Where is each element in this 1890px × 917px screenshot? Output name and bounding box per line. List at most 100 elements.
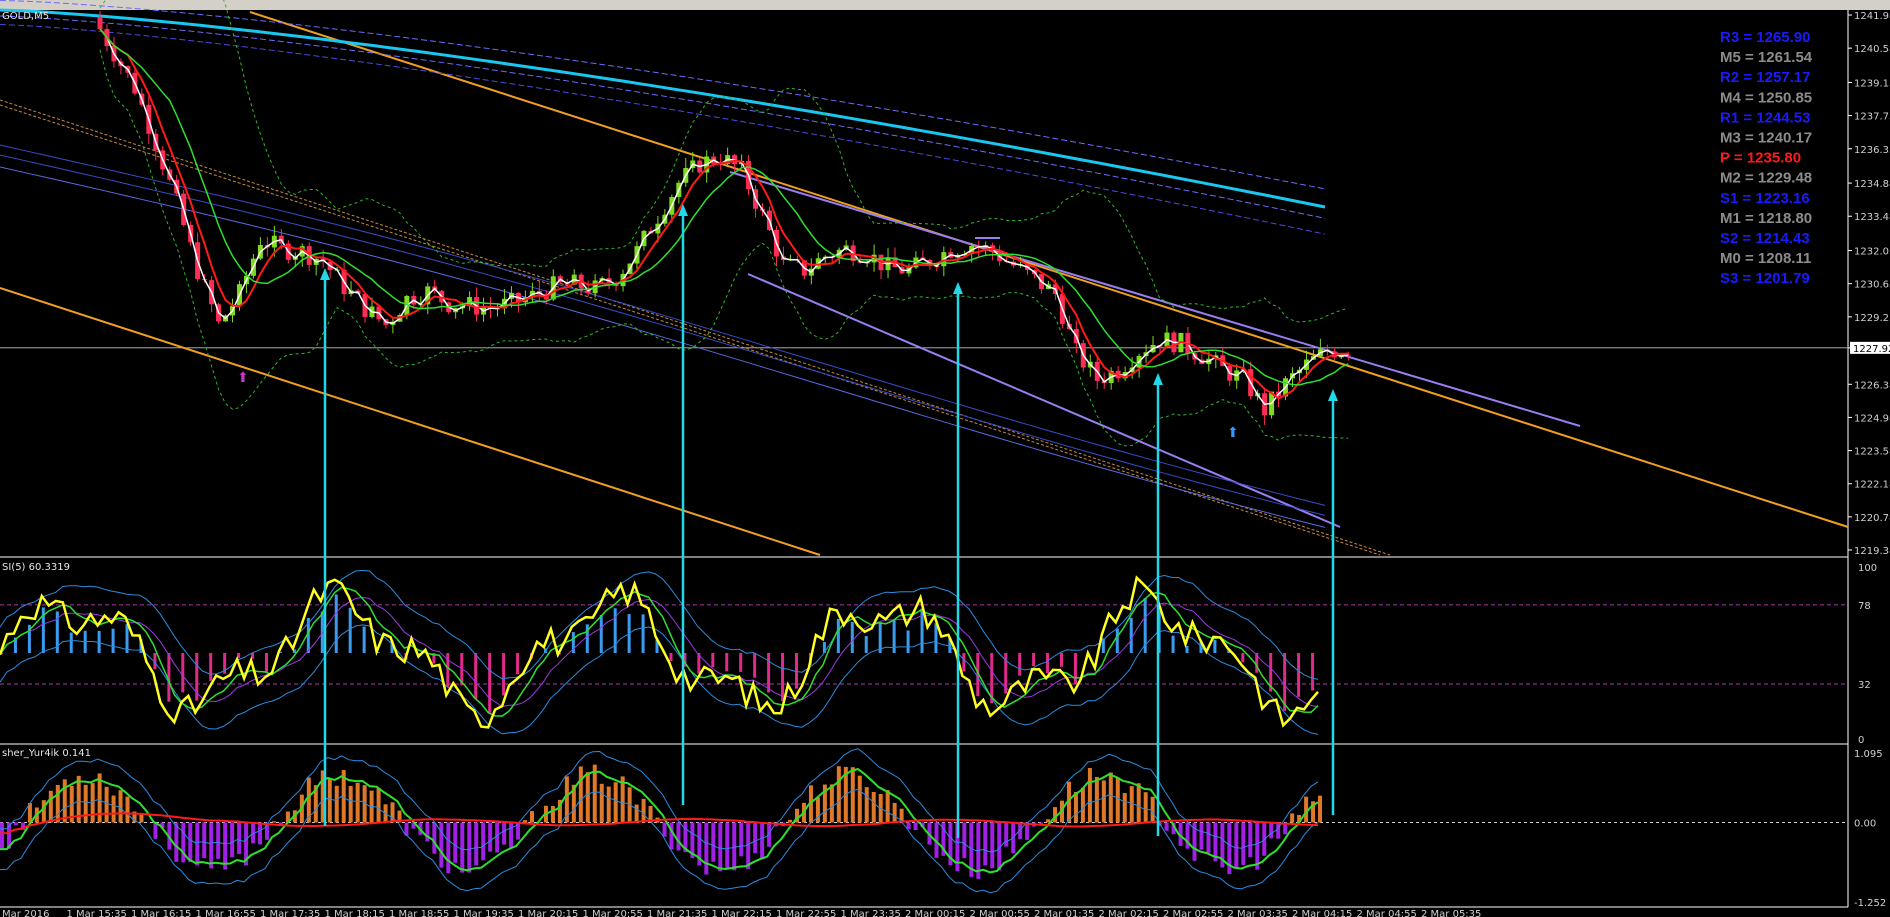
fisher-hist-bar (864, 787, 869, 823)
rsi-tick-label: 0 (1858, 735, 1864, 746)
fisher-hist-bar (990, 822, 995, 869)
price-tick-label: 1222.18 (1854, 480, 1890, 491)
price-tick-label: 1240.58 (1854, 44, 1890, 55)
rsi-hist-bar (934, 623, 938, 653)
fisher-hist-bar (118, 790, 123, 823)
fisher-hist-bar (327, 778, 332, 823)
price-tick-label: 1241.98 (1854, 11, 1890, 22)
fisher-hist-bar (460, 822, 465, 873)
fisher-hist-bar (1164, 822, 1169, 831)
fisher-hist-bar (585, 772, 590, 823)
rsi-hist-bar (516, 653, 520, 675)
price-tick-label: 1223.58 (1854, 447, 1890, 458)
fisher-hist-bar (153, 822, 158, 839)
fisher-hist-bar (739, 822, 744, 857)
fisher-hist-bar (871, 792, 876, 823)
pivot-label: R1 = 1244.53 (1720, 109, 1811, 126)
price-tick-label: 1237.73 (1854, 112, 1890, 123)
rsi-hist-bar (1171, 635, 1175, 653)
price-tick-label: 1219.38 (1854, 546, 1890, 557)
fisher-hist-bar (1073, 791, 1078, 823)
symbol-title: GOLD,M5 (2, 11, 49, 22)
fisher-hist-bar (1025, 822, 1030, 840)
rsi-hist-bar (711, 653, 715, 668)
time-tick-label: 1 Mar 18:15 (325, 909, 385, 917)
fisher-hist-bar (1199, 822, 1204, 850)
pivot-label: S1 = 1223.16 (1720, 190, 1810, 207)
chart-svg: ⬆⬆ 1241.981240.581239.131237.731236.3312… (0, 0, 1890, 917)
rsi-tick-label: 100 (1858, 563, 1877, 574)
moving-averages: ⬆⬆ (99, 0, 1349, 447)
signal-arrow-head (953, 282, 963, 294)
fisher-hist-bar (578, 766, 583, 823)
fisher-hist-bar (104, 786, 109, 823)
fisher-hist-bar (509, 822, 514, 848)
fisher-hist-bar (983, 822, 988, 866)
rsi-tick-label: 32 (1858, 680, 1871, 691)
fisher-hist-bar (41, 800, 46, 823)
rsi-hist-bar (502, 653, 506, 696)
fisher-hist-bar (425, 822, 430, 842)
rsi-hist-bar (725, 653, 729, 672)
fisher-hist-bar (550, 806, 555, 823)
fractal-arrow-icon: ⬆ (237, 370, 249, 386)
fisher-hist-bar (1206, 822, 1211, 853)
fisher-hist-bar (1122, 793, 1127, 823)
price-tick-label: 1233.48 (1854, 212, 1890, 223)
fisher-title: sher_Yur4ik 0.141 (2, 748, 91, 759)
fisher-hist-bar (718, 822, 723, 872)
fisher-hist-bar (467, 822, 472, 873)
time-tick-label: 1 Mar 17:35 (260, 909, 320, 917)
rsi-hist-bar (1213, 640, 1217, 653)
rsi-hist-bar (69, 632, 73, 653)
fisher-hist-bar (495, 822, 500, 853)
time-tick-label: 2 Mar 02:15 (1099, 909, 1159, 917)
time-tick-label: Mar 2016 (2, 909, 50, 917)
fisher-hist-bar (1108, 772, 1113, 823)
fisher-hist-bar (732, 822, 737, 871)
time-tick-label: 2 Mar 02:55 (1163, 909, 1223, 917)
fisher-hist-bar (913, 822, 918, 831)
rsi-hist-bar (781, 653, 785, 702)
price-tick-label: 1236.33 (1854, 145, 1890, 156)
rsi-hist-bar (864, 636, 868, 653)
fisher-hist-bar (111, 795, 116, 823)
rsi-hist-bar (265, 653, 268, 673)
rsi-hist-bar (739, 653, 743, 672)
rsi-hist-bar (962, 653, 966, 672)
rsi-hist-bar (599, 614, 603, 653)
fisher-hist-bar (676, 822, 681, 851)
fisher-tick-label: 0.00 (1854, 819, 1876, 830)
fisher-hist-bar (530, 811, 534, 823)
fisher-hist-bar (606, 786, 611, 823)
fisher-hist-bar (453, 822, 458, 863)
fisher-hist-bar (850, 767, 855, 823)
fisher-tick-label: 1.095 (1854, 749, 1883, 760)
time-tick-label: 1 Mar 21:35 (647, 909, 707, 917)
rsi-hist-bar (836, 618, 840, 653)
rsi-hist-bar (1046, 653, 1050, 674)
fisher-hist-bar (348, 785, 353, 823)
time-tick-label: 1 Mar 16:15 (131, 909, 191, 917)
fisher-hist-bar (432, 822, 437, 854)
time-tick-label: 1 Mar 20:55 (583, 909, 643, 917)
ma-long-band (0, 0, 1326, 190)
time-tick-label: 1 Mar 15:35 (67, 909, 127, 917)
time-tick-label: 1 Mar 20:15 (518, 909, 578, 917)
toolbar-strip (0, 0, 1890, 10)
fisher-hist-bar (1136, 783, 1141, 823)
fisher-hist-bar (48, 790, 53, 823)
fisher-hist-bar (1276, 822, 1281, 839)
rsi-hist-bar (1115, 628, 1119, 653)
fisher-hist-bar (1101, 780, 1106, 823)
fisher-hist-bar (230, 822, 235, 858)
fisher-hist-bar (725, 822, 730, 869)
fisher-hist-bar (1004, 822, 1009, 847)
fisher-hist-bar (355, 782, 360, 823)
signal-arrows (320, 204, 1338, 838)
rsi-hist-bar (1297, 653, 1301, 697)
time-tick-label: 2 Mar 04:15 (1292, 909, 1352, 917)
pivot-label: R2 = 1257.17 (1720, 69, 1811, 86)
rsi-tick-label: 78 (1858, 601, 1871, 612)
trend-line-orange (0, 287, 821, 556)
